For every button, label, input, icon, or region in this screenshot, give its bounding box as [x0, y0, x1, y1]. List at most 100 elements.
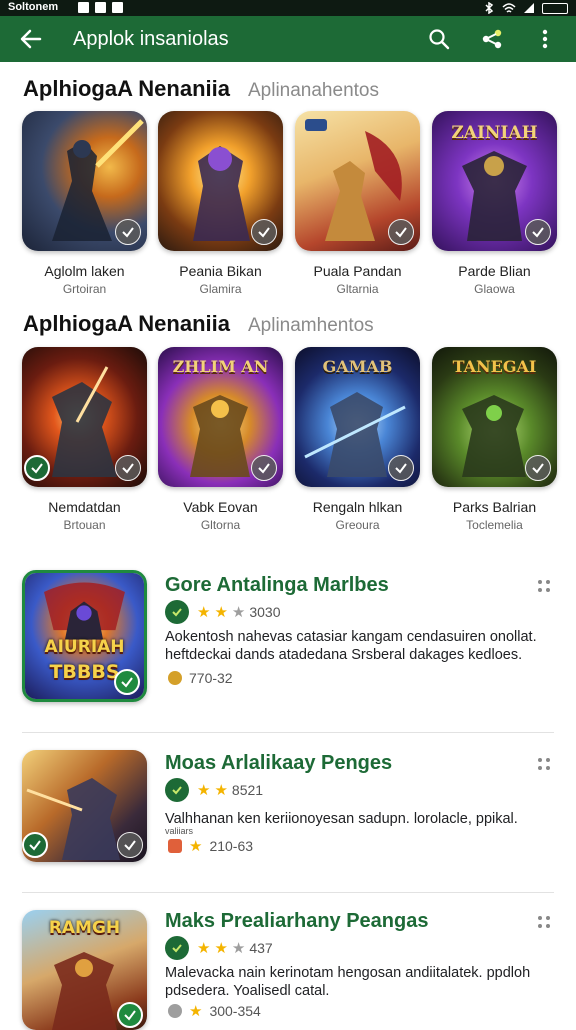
installed-check-icon	[117, 832, 143, 858]
list-item[interactable]: RAMGH Maks Prealiarhany Peangas ★ ★ ★ 43…	[0, 910, 576, 1030]
installed-check-icon	[251, 219, 277, 245]
app-card-name: Aglolm laken	[44, 263, 125, 279]
star-icon: ★	[197, 781, 211, 799]
list-item-artwork: RAMGH	[22, 910, 147, 1030]
app-card[interactable]: GAMAB Rengaln hlkan Greoura	[295, 347, 420, 532]
list-item[interactable]: Moas Arlalikaay Penges ★ ★ 8521 Valhhana…	[0, 750, 576, 870]
app-card-name: Vabk Eovan	[183, 499, 258, 515]
app-card-name: Rengaln hlkan	[312, 499, 403, 515]
app-card-artwork: TANEGAI	[432, 347, 557, 487]
app-card-artwork: GAMAB	[295, 347, 420, 487]
section-title: AplhiogaA Nenaniia	[23, 76, 230, 101]
search-icon[interactable]	[427, 27, 451, 51]
star-icon: ★	[231, 939, 246, 957]
app-card-artwork	[158, 111, 283, 251]
verified-badge-icon	[165, 778, 189, 802]
section-header: AplhiogaA Nenaniia Aplinanahentos	[23, 76, 379, 102]
list-item-description: Malevacka nain kerinotam hengosan andiit…	[165, 965, 531, 999]
stat-row: ★ 300-354	[168, 1003, 261, 1019]
game-logo-text: GAMAB	[322, 357, 393, 376]
app-card-name: Puala Pandan	[313, 263, 402, 279]
share-icon[interactable]	[480, 27, 504, 51]
list-item-description: Aokentosh nahevas catasiar kangam cendas…	[165, 629, 537, 663]
installed-check-icon	[117, 1002, 143, 1028]
notification-icon	[112, 2, 123, 13]
app-card-category: Grtoiran	[62, 282, 107, 296]
drag-handle-icon[interactable]	[538, 916, 552, 930]
app-card-category: Greoura	[335, 518, 380, 532]
wifi-icon	[502, 2, 516, 13]
rating-count: 437	[249, 940, 273, 956]
app-card-name: Parks Balrian	[452, 499, 537, 515]
installed-check-icon	[114, 669, 140, 695]
tag-icon	[168, 839, 182, 853]
notification-icon	[78, 2, 89, 13]
system-icons	[484, 2, 568, 14]
app-card[interactable]: Puala Pandan Gltarnia	[295, 111, 420, 296]
star-icon: ★	[214, 603, 228, 621]
notification-icons	[78, 2, 123, 13]
divider	[22, 732, 554, 733]
section-subtitle[interactable]: Aplinamhentos	[248, 315, 374, 336]
list-item-artwork	[22, 750, 147, 862]
coin-icon	[168, 671, 182, 685]
more-vert-icon[interactable]	[533, 27, 557, 51]
app-card-artwork: ZAINIAH	[432, 111, 557, 251]
rating-row: ★ ★ 8521	[165, 778, 263, 802]
game-logo-text: RAMGH	[48, 918, 121, 938]
bluetooth-icon	[485, 2, 494, 14]
list-item-artwork: AIURIAH TBBBS	[22, 570, 147, 702]
carrier-label: Soltonem	[8, 1, 59, 13]
selected-badge-icon	[22, 832, 48, 858]
game-logo-text: ZAINIAH	[451, 123, 538, 143]
list-item[interactable]: AIURIAH TBBBS Gore Antalinga Marlbes ★ ★…	[0, 570, 576, 710]
rating-row: ★ ★ ★ 3030	[165, 600, 281, 624]
back-arrow-icon[interactable]	[18, 26, 44, 52]
star-icon: ★	[197, 939, 211, 957]
installed-check-icon	[525, 455, 551, 481]
selected-badge-icon	[24, 455, 50, 481]
installed-check-icon	[525, 219, 551, 245]
installed-check-icon	[388, 219, 414, 245]
app-bar-title: Applok insaniolas	[73, 28, 229, 50]
drag-handle-icon[interactable]	[538, 758, 552, 772]
notification-icon	[95, 2, 106, 13]
app-card[interactable]: ZAINIAH Parde Blian Glaowa	[432, 111, 557, 296]
divider	[22, 892, 554, 893]
star-icon: ★	[189, 1002, 203, 1020]
list-item-title: Maks Prealiarhany Peangas	[165, 910, 429, 932]
list-item-description: Valhhanan ken keriionoyesan sadupn. loro…	[165, 811, 518, 827]
app-card[interactable]: ZHLIM AN Vabk Eovan Gltorna	[158, 347, 283, 532]
verified-badge-icon	[165, 936, 189, 960]
installed-check-icon	[388, 455, 414, 481]
clock-icon	[168, 1004, 182, 1018]
app-card-category: Glamira	[199, 282, 242, 296]
app-card-name: Nemdatdan	[48, 499, 121, 515]
installed-check-icon	[115, 219, 141, 245]
section-header: AplhiogaA Nenaniia Aplinamhentos	[23, 311, 374, 337]
stat-value: 210-63	[209, 838, 254, 854]
game-logo-text: TANEGAI	[452, 357, 537, 376]
game-logo-text: ZHLIM AN	[172, 357, 269, 376]
rating-count: 3030	[249, 604, 281, 620]
star-icon: ★	[197, 603, 211, 621]
app-card-artwork	[295, 111, 420, 251]
installed-check-icon	[115, 455, 141, 481]
app-card-artwork: ZHLIM AN	[158, 347, 283, 487]
app-card-category: Brtouan	[63, 518, 106, 532]
drag-handle-icon[interactable]	[538, 580, 552, 594]
section-subtitle[interactable]: Aplinanahentos	[248, 80, 379, 101]
app-card-artwork	[22, 347, 147, 487]
app-card[interactable]: TANEGAI Parks Balrian Toclemelia	[432, 347, 557, 532]
stat-value: 300-354	[209, 1003, 261, 1019]
app-card-artwork	[22, 111, 147, 251]
app-card[interactable]: Nemdatdan Brtouan	[22, 347, 147, 532]
overflow-text: valiiars	[165, 826, 194, 836]
app-card-category: Gltarnia	[336, 282, 379, 296]
app-card-name: Parde Blian	[458, 263, 531, 279]
star-icon: ★	[231, 603, 246, 621]
section-title: AplhiogaA Nenaniia	[23, 311, 230, 336]
app-card[interactable]: Aglolm laken Grtoiran	[22, 111, 147, 296]
app-card-category: Glaowa	[474, 282, 515, 296]
app-card[interactable]: Peania Bikan Glamira	[158, 111, 283, 296]
